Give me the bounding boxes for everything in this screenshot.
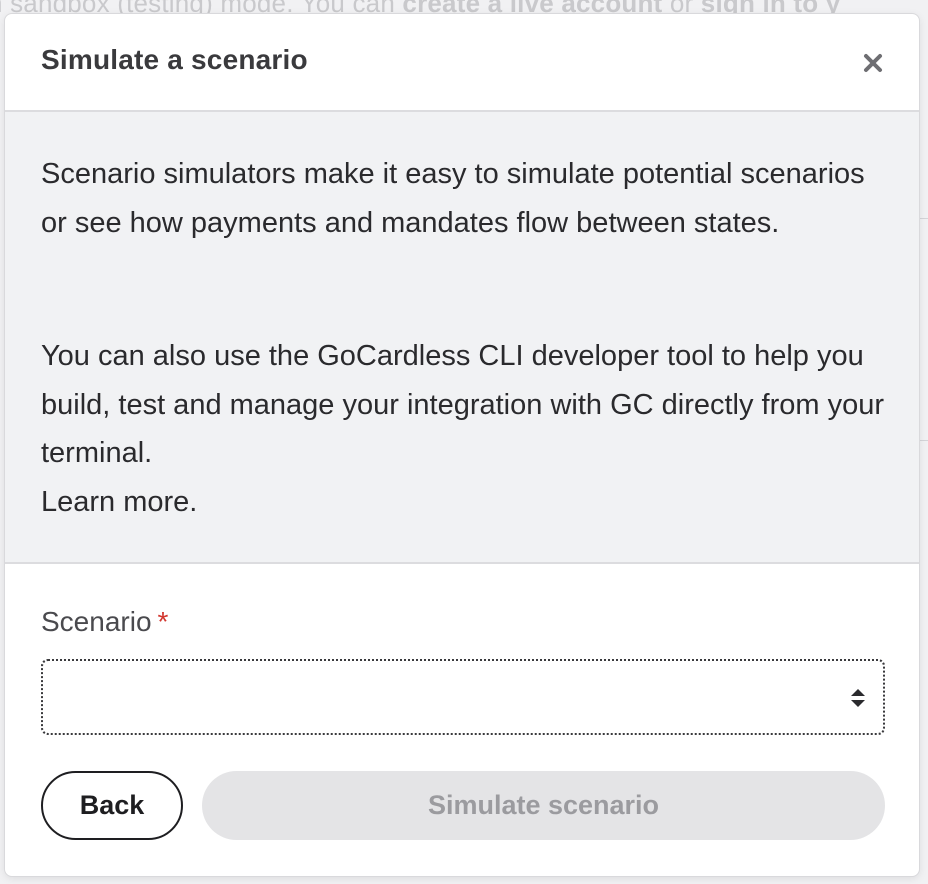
dialog-title: Simulate a scenario — [41, 44, 308, 75]
info-paragraph-simulators: Scenario simulators make it easy to simu… — [41, 158, 865, 239]
simulate-scenario-button[interactable]: Simulate scenario — [202, 771, 885, 840]
simulate-scenario-dialog: Simulate a scenario Scenario simulators … — [4, 13, 920, 877]
info-paragraph-cli: You can also use the GoCardless CLI deve… — [41, 332, 891, 526]
backdrop-divider — [920, 440, 928, 441]
scenario-label-text: Scenario — [41, 606, 152, 637]
close-button[interactable] — [857, 47, 889, 79]
info-paragraph-cli-text: You can also use the GoCardless CLI deve… — [41, 340, 885, 469]
dialog-header: Simulate a scenario — [5, 14, 919, 112]
scenario-select[interactable] — [41, 659, 885, 735]
up-down-arrows-icon — [851, 689, 865, 707]
back-button[interactable]: Back — [41, 771, 183, 840]
scenario-form: Scenario * Back Simulate scenario — [5, 564, 919, 876]
backdrop-divider — [920, 218, 928, 219]
scenario-label: Scenario * — [41, 606, 168, 638]
info-panel: Scenario simulators make it easy to simu… — [5, 112, 919, 564]
close-icon — [864, 54, 882, 72]
learn-more-link[interactable]: Learn more. — [41, 478, 891, 527]
required-marker: * — [157, 606, 169, 637]
